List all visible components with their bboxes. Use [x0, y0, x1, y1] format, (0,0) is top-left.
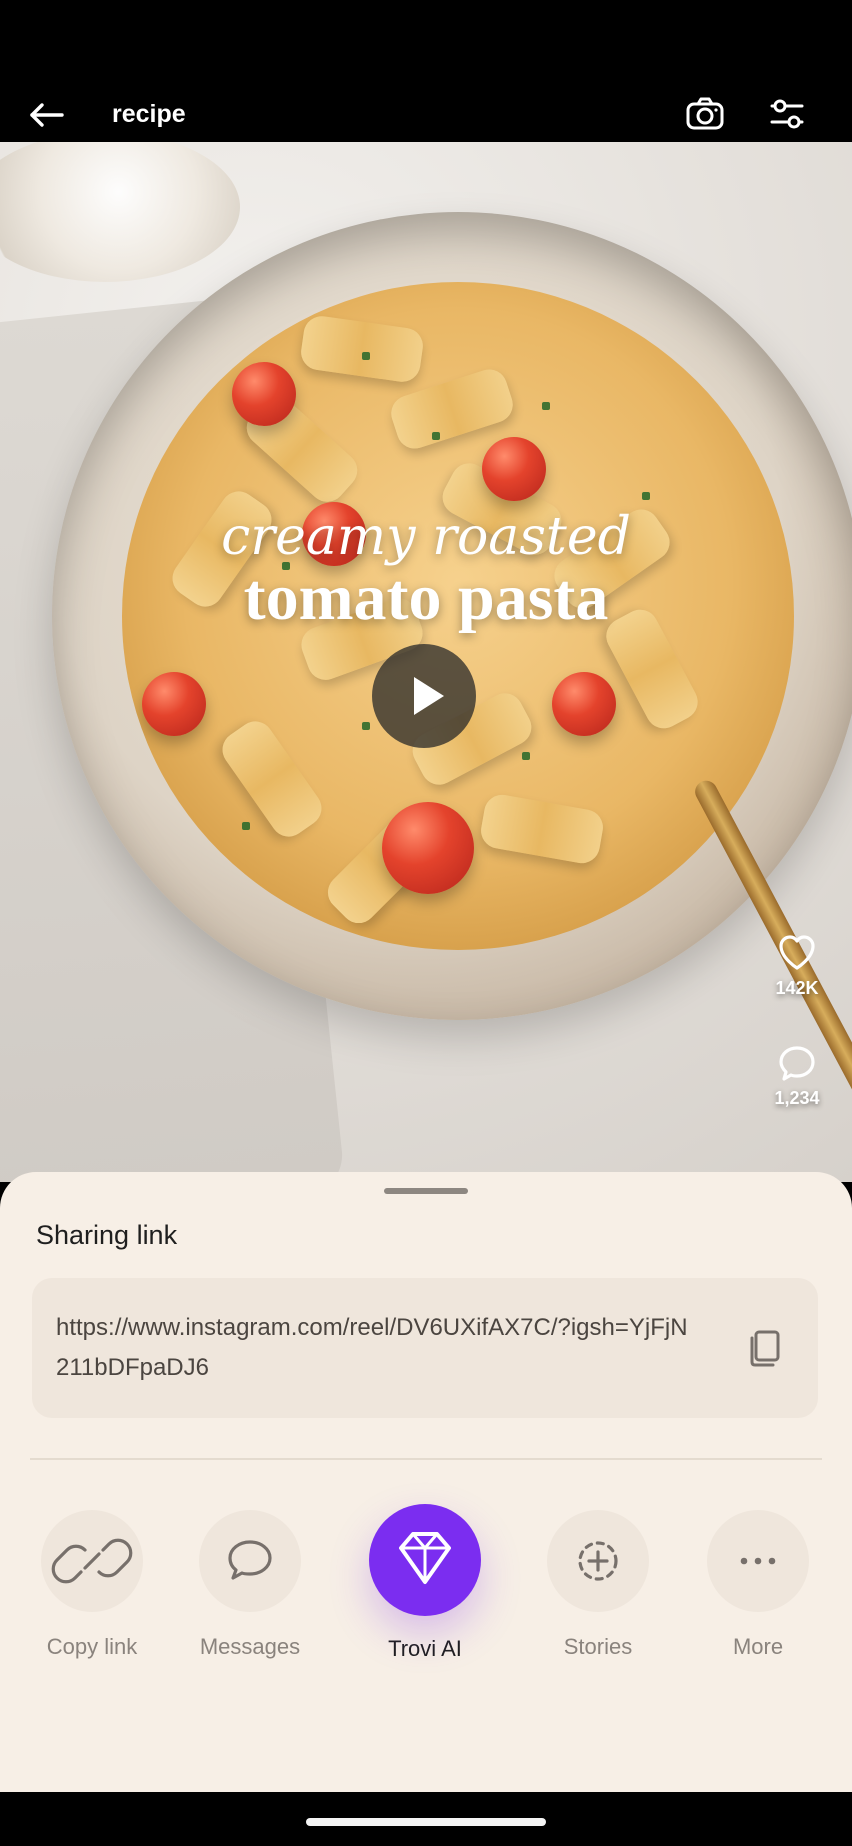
play-button[interactable]	[372, 644, 476, 748]
tomato	[482, 437, 546, 501]
share-action-messages[interactable]: Messages	[180, 1504, 320, 1660]
back-button[interactable]	[26, 98, 66, 132]
herb	[362, 722, 370, 730]
status-bar	[0, 0, 852, 86]
share-sheet-title: Sharing link	[36, 1220, 178, 1250]
sliders-icon	[770, 99, 804, 129]
top-bar: recipe	[0, 86, 852, 142]
share-action-label: More	[732, 1634, 784, 1659]
glass-decoration	[0, 142, 240, 282]
share-action-label: Messages	[199, 1634, 301, 1659]
copy-icon	[750, 1330, 780, 1367]
share-action-label: Stories	[563, 1634, 633, 1659]
comment-icon	[779, 1046, 815, 1081]
likes-count: 142K	[775, 978, 819, 998]
share-action-trovi-ai[interactable]: Trovi AI	[355, 1504, 495, 1662]
comments-count: 1,234	[774, 1088, 820, 1108]
sheet-handle[interactable]	[384, 1188, 468, 1194]
herb	[242, 822, 250, 830]
herb	[522, 752, 530, 760]
arrow-left-icon	[30, 103, 64, 127]
like-action[interactable]: 142K	[762, 932, 832, 999]
link-icon	[51, 1538, 133, 1584]
diamond-icon	[399, 1532, 451, 1584]
system-navigation-bar	[0, 1792, 852, 1846]
herb	[432, 432, 440, 440]
herb	[362, 352, 370, 360]
camera-button[interactable]	[684, 94, 726, 134]
tomato	[142, 672, 206, 736]
chat-bubble-icon	[228, 1540, 272, 1580]
heart-icon	[779, 935, 815, 970]
pasta-piece	[215, 714, 329, 844]
page-title: recipe	[112, 100, 186, 128]
share-action-circle	[199, 1510, 301, 1612]
camera-icon	[686, 97, 724, 130]
share-action-label: Trovi AI	[388, 1636, 462, 1661]
more-dots-icon	[740, 1557, 776, 1565]
filters-button[interactable]	[766, 94, 808, 134]
herb	[542, 402, 550, 410]
home-indicator[interactable]	[306, 1818, 546, 1826]
herb	[642, 492, 650, 500]
sharing-link-text[interactable]: https://www.instagram.com/reel/DV6UXifAX…	[56, 1308, 696, 1388]
reel-media[interactable]: creamy roasted tomato pasta 142K 1,234	[0, 142, 852, 1182]
share-action-circle	[707, 1510, 809, 1612]
tomato	[232, 362, 296, 426]
video-title-line-2: tomato pasta	[243, 561, 609, 634]
share-action-copy-link[interactable]: Copy link	[22, 1504, 162, 1660]
share-action-circle	[369, 1504, 481, 1616]
copy-link-button[interactable]	[746, 1326, 784, 1368]
divider	[30, 1458, 822, 1460]
pasta-piece	[478, 791, 606, 867]
sharing-link-card[interactable]: https://www.instagram.com/reel/DV6UXifAX…	[32, 1278, 818, 1418]
pasta-piece	[298, 313, 426, 385]
video-title-line-1: creamy roasted	[221, 507, 631, 567]
share-action-circle	[547, 1510, 649, 1612]
play-icon	[414, 677, 444, 715]
share-action-circle	[41, 1510, 143, 1612]
share-sheet: Sharing link https://www.instagram.com/r…	[0, 1172, 852, 1792]
comment-action[interactable]: 1,234	[762, 1042, 832, 1109]
story-plus-icon	[578, 1541, 618, 1581]
share-action-stories[interactable]: Stories	[528, 1504, 668, 1660]
share-actions: Copy link Messages Trovi AI Stories More	[0, 1504, 852, 1674]
tomato	[382, 802, 474, 894]
tomato	[552, 672, 616, 736]
share-action-more[interactable]: More	[688, 1504, 828, 1660]
share-action-label: Copy link	[46, 1634, 138, 1659]
